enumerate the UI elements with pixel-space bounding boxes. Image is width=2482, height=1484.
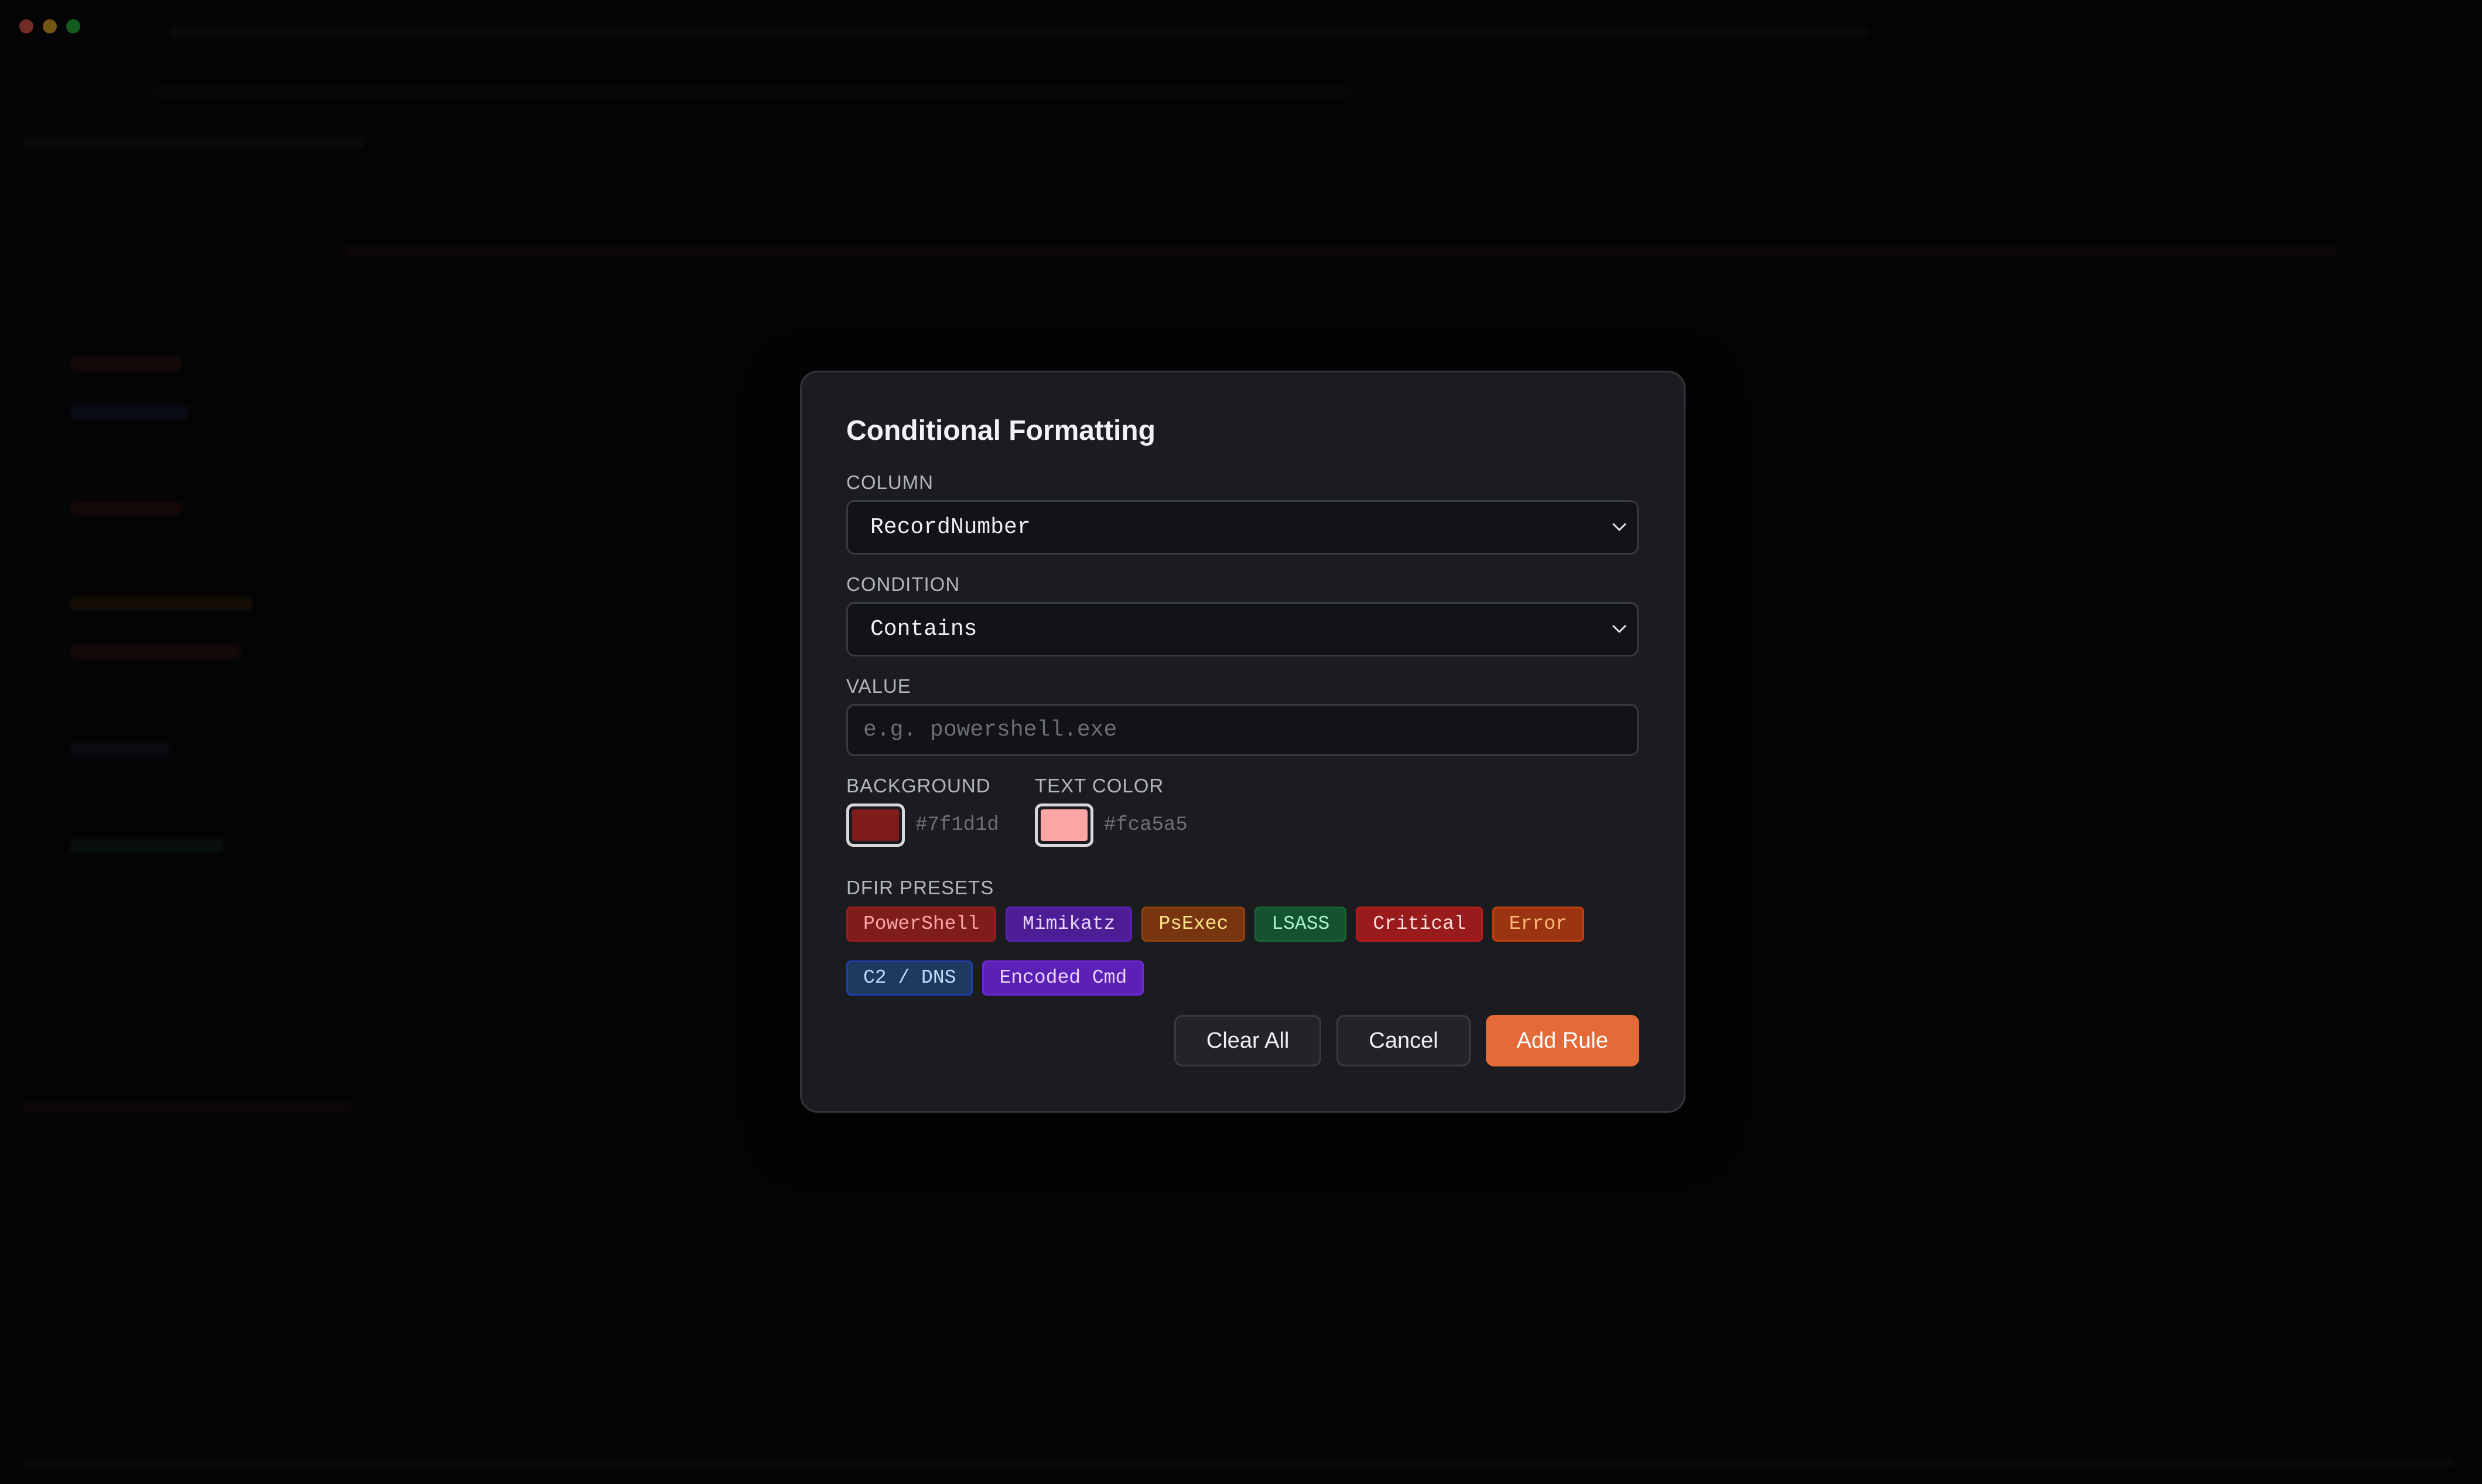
- column-label: COLUMN: [846, 471, 934, 493]
- preset-lsass[interactable]: LSASS: [1254, 907, 1347, 942]
- background-hex: #7f1d1d: [915, 814, 999, 836]
- add-rule-button[interactable]: Add Rule: [1485, 1015, 1639, 1066]
- column-select-value: RecordNumber: [870, 515, 1031, 540]
- dialog-actions: Clear All Cancel Add Rule: [1174, 1015, 1639, 1066]
- value-label: VALUE: [846, 675, 911, 697]
- chevron-down-icon: [1612, 523, 1626, 531]
- text-color-fill: [1041, 809, 1088, 841]
- preset-encoded-cmd[interactable]: Encoded Cmd: [982, 960, 1144, 996]
- condition-select[interactable]: Contains: [846, 602, 1639, 656]
- preset-error[interactable]: Error: [1492, 907, 1584, 942]
- preset-mimikatz[interactable]: Mimikatz: [1006, 907, 1133, 942]
- text-color-hex: #fca5a5: [1104, 814, 1188, 836]
- background-label: BACKGROUND: [846, 775, 991, 796]
- text-color-group: TEXT COLOR #fca5a5: [1035, 775, 1223, 847]
- preset-critical[interactable]: Critical: [1356, 907, 1483, 942]
- value-input[interactable]: [846, 704, 1639, 756]
- chevron-down-icon: [1612, 625, 1626, 633]
- clear-all-button[interactable]: Clear All: [1174, 1015, 1322, 1066]
- dialog-title: Conditional Formatting: [846, 415, 1155, 446]
- background-color-swatch[interactable]: [846, 803, 905, 847]
- preset-powershell[interactable]: PowerShell: [846, 907, 997, 942]
- conditional-formatting-dialog: Conditional Formatting COLUMN RecordNumb…: [800, 371, 1686, 1113]
- dfir-presets: PowerShell Mimikatz PsExec LSASS Critica…: [846, 907, 1608, 996]
- condition-select-value: Contains: [870, 617, 977, 642]
- preset-c2-dns[interactable]: C2 / DNS: [846, 960, 973, 996]
- column-select[interactable]: RecordNumber: [846, 500, 1639, 555]
- dfir-presets-label: DFIR PRESETS: [846, 877, 994, 898]
- preset-psexec[interactable]: PsExec: [1141, 907, 1246, 942]
- condition-label: CONDITION: [846, 573, 960, 595]
- background-color-fill: [852, 809, 899, 841]
- text-color-label: TEXT COLOR: [1035, 775, 1164, 796]
- cancel-button[interactable]: Cancel: [1336, 1015, 1471, 1066]
- background-color-group: BACKGROUND #7f1d1d: [846, 775, 1035, 847]
- text-color-swatch[interactable]: [1035, 803, 1093, 847]
- color-settings: BACKGROUND #7f1d1d TEXT COLOR #fca5a5: [846, 775, 1639, 847]
